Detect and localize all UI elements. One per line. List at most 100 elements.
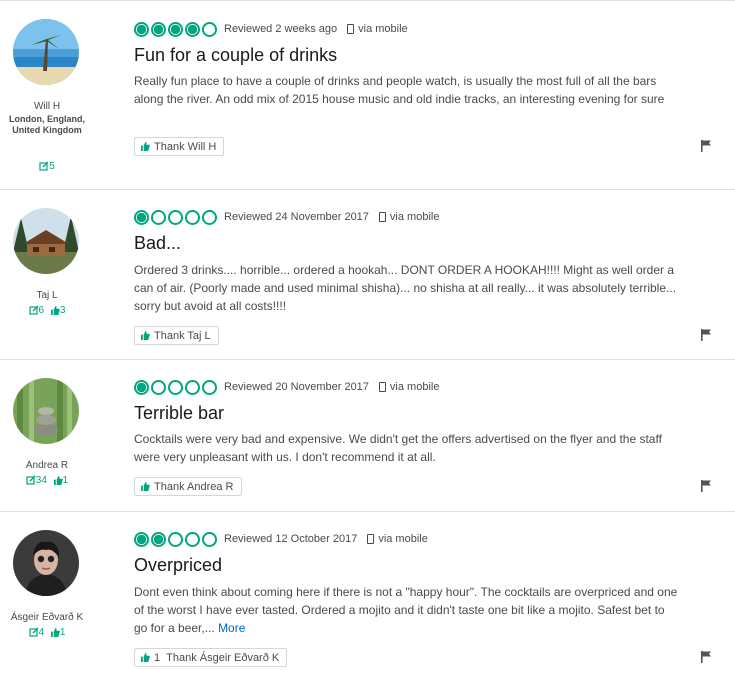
via-mobile-label: via mobile (389, 381, 440, 393)
thumbs-up-icon (141, 653, 150, 662)
mobile-phone-icon (378, 382, 386, 392)
review-body-text: Dont even think about coming here if the… (134, 585, 678, 635)
thank-button[interactable]: Thank Taj L (134, 326, 219, 345)
rating-bubble-icon (185, 379, 200, 395)
via-mobile: via mobile (367, 533, 428, 545)
helpful-thumb-icon (50, 305, 60, 315)
thank-label: Thank Andrea R (154, 480, 234, 493)
thank-button[interactable]: Thank Andrea R (134, 477, 242, 496)
rating-bubble-icon (151, 209, 166, 225)
avatar[interactable] (13, 378, 79, 444)
flag-icon[interactable] (700, 329, 712, 341)
thank-button[interactable]: Thank Will H (134, 137, 225, 156)
review-count: 6 (38, 305, 45, 316)
rating-line: Reviewed 20 November 2017 via mobile (134, 379, 439, 395)
rating-bubble-icon (134, 209, 149, 225)
user-badges: 4 1 (0, 627, 94, 638)
avatar-portrait-image (13, 530, 79, 596)
mobile-phone-icon (347, 24, 355, 34)
rating-bubble-icon (202, 531, 217, 547)
username[interactable]: Taj L (0, 290, 94, 301)
via-mobile-label: via mobile (378, 533, 428, 545)
rating-line: Reviewed 2 weeks ago via mobile (134, 21, 408, 37)
rating-bubbles (134, 209, 217, 225)
rating-bubbles (134, 379, 217, 395)
review-body: Dont even think about coming here if the… (134, 583, 679, 637)
rating-bubble-icon (185, 21, 200, 37)
user-location: London, England, United Kingdom (9, 114, 85, 135)
thank-label: Thank Taj L (154, 329, 211, 342)
review-count-badge: 34 (26, 475, 47, 486)
avatar-lodge-image (13, 208, 79, 274)
review-body: Ordered 3 drinks.... horrible... ordered… (134, 263, 677, 313)
thank-label: Thank Will H (154, 140, 217, 153)
helpful-thumb-icon (53, 475, 63, 485)
mobile-phone-icon (378, 212, 386, 222)
review-count: 4 (38, 627, 45, 638)
helpful-count: 1 (62, 475, 69, 486)
review-count-icon (26, 475, 36, 485)
avatar-bamboo-image (13, 378, 79, 444)
thank-button[interactable]: 1 Thank Ásgeir Eðvarð K (134, 648, 288, 667)
review-count: 34 (35, 475, 47, 486)
rating-bubble-icon (185, 531, 200, 547)
user-badges: 34 1 (0, 475, 94, 486)
via-mobile-label: via mobile (358, 23, 408, 35)
review-count-badge: 6 (28, 305, 45, 316)
helpful-badge: 1 (50, 627, 65, 638)
review-count-icon (39, 161, 49, 171)
review-date: Reviewed 20 November 2017 (224, 381, 369, 393)
review-card: Ásgeir Eðvarð K 4 1 Reviewed 12 October … (0, 511, 735, 679)
rating-bubble-icon (202, 209, 217, 225)
mobile-phone-icon (367, 534, 375, 544)
review-card: Taj L 6 3 Reviewed 24 November 2017 via … (0, 189, 735, 359)
review-card: Will H London, England, United Kingdom 5… (0, 0, 735, 189)
via-mobile: via mobile (347, 23, 408, 35)
helpful-badge: 1 (53, 475, 69, 486)
review-body: Cocktails were very bad and expensive. W… (134, 432, 662, 464)
rating-bubbles (134, 531, 217, 547)
rating-bubble-icon (202, 21, 217, 37)
user-badges: 6 3 (0, 305, 94, 316)
review-date: Reviewed 24 November 2017 (224, 211, 369, 223)
rating-bubble-icon (134, 531, 149, 547)
via-mobile: via mobile (378, 381, 440, 393)
thumbs-up-icon (141, 331, 150, 340)
review-title[interactable]: Bad... (134, 233, 181, 254)
via-mobile: via mobile (378, 211, 440, 223)
avatar-beach-image (13, 19, 79, 85)
rating-line: Reviewed 24 November 2017 via mobile (134, 209, 439, 225)
review-count: 5 (49, 161, 55, 172)
thank-label: Thank Ásgeir Eðvarð K (166, 651, 280, 664)
via-mobile-label: via mobile (389, 211, 440, 223)
review-title[interactable]: Fun for a couple of drinks (134, 45, 337, 66)
rating-bubble-icon (185, 209, 200, 225)
rating-bubble-icon (151, 379, 166, 395)
flag-icon[interactable] (700, 140, 712, 152)
rating-bubble-icon (134, 379, 149, 395)
flag-icon[interactable] (700, 480, 712, 492)
review-count-badge: 5 (39, 161, 55, 172)
avatar[interactable] (13, 530, 79, 596)
username[interactable]: Andrea R (0, 460, 94, 471)
review-title[interactable]: Overpriced (134, 555, 222, 576)
avatar[interactable] (13, 19, 79, 85)
avatar[interactable] (13, 208, 79, 274)
helpful-badge: 3 (50, 305, 66, 316)
thumbs-up-icon (141, 142, 150, 151)
thank-count: 1 (154, 651, 161, 664)
rating-bubble-icon (168, 531, 183, 547)
helpful-thumb-icon (50, 627, 60, 637)
helpful-count: 3 (59, 305, 66, 316)
rating-bubble-icon (151, 21, 166, 37)
review-title[interactable]: Terrible bar (134, 403, 224, 424)
review-count-icon (28, 305, 39, 315)
review-date: Reviewed 2 weeks ago (224, 23, 338, 35)
rating-bubble-icon (168, 21, 183, 37)
user-badges: 5 (0, 161, 94, 172)
username[interactable]: Will H (0, 101, 94, 112)
read-more-link[interactable]: More (218, 621, 245, 635)
username[interactable]: Ásgeir Eðvarð K (0, 612, 94, 623)
flag-icon[interactable] (700, 651, 712, 663)
review-date: Reviewed 12 October 2017 (224, 533, 358, 545)
